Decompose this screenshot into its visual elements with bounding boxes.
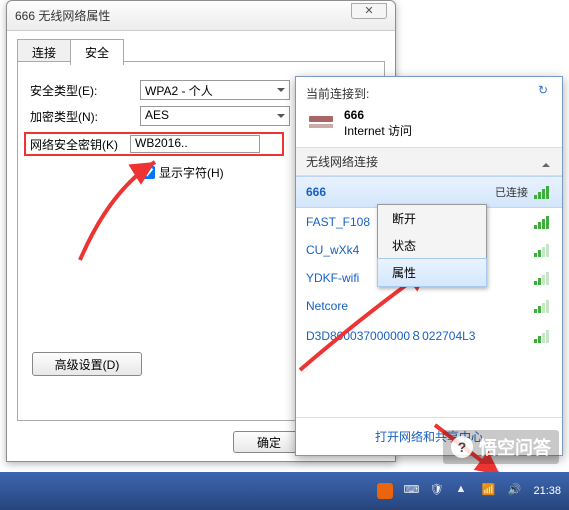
flyout-header: 当前连接到: — [306, 87, 369, 101]
tab-security[interactable]: 安全 — [70, 39, 124, 65]
signal-icon — [534, 299, 552, 313]
current-connection: 666 Internet 访问 — [296, 106, 562, 147]
security-key-row: 网络安全密钥(K) WB2016.. — [24, 132, 284, 156]
encryption-type-combo[interactable]: AES — [140, 106, 290, 126]
ssid-label: D3D800037000000８022704L3 — [306, 327, 475, 344]
section-header[interactable]: 无线网络连接 — [296, 147, 562, 176]
taskbar[interactable]: ⌨ 🛡 ▲ 📶 🔊 21:38 — [0, 472, 569, 510]
current-ssid: 666 — [344, 108, 412, 122]
watermark-text: 悟空问答 — [479, 434, 551, 460]
close-button[interactable]: ✕ — [351, 3, 387, 19]
tray-flag-icon[interactable]: ▲ — [455, 483, 471, 499]
show-chars-checkbox[interactable] — [142, 166, 155, 179]
ssid-label: 666 — [306, 185, 326, 199]
ssid-label: YDKF-wifi — [306, 271, 359, 285]
security-key-label: 网络安全密钥(K) — [30, 136, 118, 153]
signal-icon — [534, 329, 552, 343]
tray-sogou-icon[interactable] — [377, 483, 393, 499]
ctx-disconnect[interactable]: 断开 — [378, 205, 486, 232]
ssid-label: CU_wXk4 — [306, 243, 359, 257]
current-status: Internet 访问 — [344, 122, 412, 139]
network-icon — [306, 114, 336, 134]
network-item[interactable]: D3D800037000000８022704L3 — [296, 320, 562, 351]
signal-icon — [534, 271, 552, 285]
signal-icon — [534, 215, 552, 229]
ssid-label: FAST_F108 — [306, 215, 370, 229]
signal-icon — [534, 243, 552, 257]
tray-volume-icon[interactable]: 🔊 — [507, 483, 523, 499]
encryption-type-label: 加密类型(N): — [30, 108, 140, 125]
watermark-icon: ? — [451, 436, 473, 458]
show-chars-label: 显示字符(H) — [159, 164, 224, 181]
security-key-field[interactable]: WB2016.. — [130, 135, 260, 153]
security-type-label: 安全类型(E): — [30, 82, 140, 99]
refresh-icon[interactable]: ↻ — [538, 83, 554, 99]
tray-network-icon[interactable]: 📶 — [481, 483, 497, 499]
context-menu: 断开 状态 属性 — [377, 204, 487, 287]
tray-shield-icon[interactable]: 🛡 — [429, 483, 445, 499]
security-type-combo[interactable]: WPA2 - 个人 — [140, 80, 290, 100]
dialog-title: 666 无线网络属性 — [15, 7, 110, 24]
ctx-status[interactable]: 状态 — [378, 232, 486, 259]
signal-icon — [534, 185, 552, 199]
advanced-button[interactable]: 高级设置(D) — [32, 352, 142, 376]
connected-label: 已连接 — [495, 184, 528, 200]
watermark: ? 悟空问答 — [443, 430, 559, 464]
tray-ime-icon[interactable]: ⌨ — [403, 483, 419, 499]
ctx-properties[interactable]: 属性 — [377, 258, 487, 287]
network-item[interactable]: Netcore — [296, 292, 562, 320]
titlebar[interactable]: 666 无线网络属性 ✕ — [7, 1, 395, 31]
clock[interactable]: 21:38 — [533, 485, 561, 497]
ssid-label: Netcore — [306, 299, 348, 313]
system-tray: ⌨ 🛡 ▲ 📶 🔊 21:38 — [377, 483, 569, 499]
